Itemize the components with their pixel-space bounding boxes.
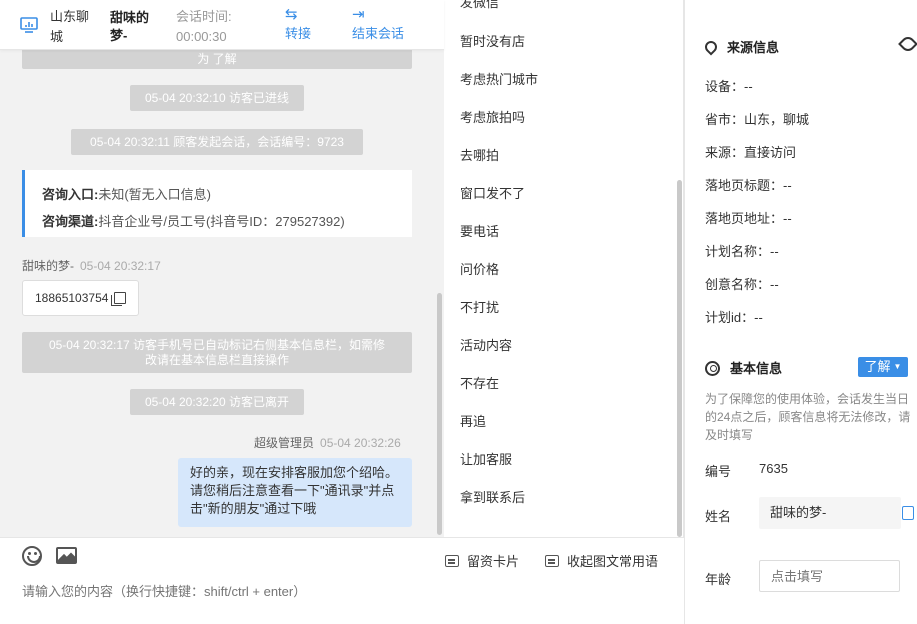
caret-down-icon: ▼ [893,362,902,371]
card-icon [445,555,459,567]
entry-value: 未知(暂无入口信息) [98,187,212,202]
message-line: 请您稍后注意查看一下"通讯录"并点 [190,483,395,498]
agent-sender-name: 超级管理员 [254,436,315,450]
phrase-item[interactable]: 发微信 [460,0,499,11]
phrase-item[interactable]: 再追 [460,411,486,430]
transfer-label: 转接 [285,26,312,41]
eye-icon[interactable] [898,34,917,54]
visitor-name: 甜味的梦- [110,10,150,43]
system-message-line: 05-04 20:32:17 访客手机号已自动标记右侧基本信息栏，如需修 [48,338,386,352]
phrase-scrollbar[interactable] [677,180,682,537]
name-field[interactable]: 甜味的梦- [759,497,901,529]
message-input[interactable] [22,584,622,599]
name-label: 姓名 [705,509,732,524]
visitor-message-time: 05-04 20:32:17 [80,259,161,273]
transfer-icon: ⇆ [285,6,298,23]
message-list[interactable]: 为 了解 05-04 20:32:10 访客已进线 05-04 20:32:11… [0,0,444,537]
chat-pane: 为 了解 05-04 20:32:10 访客已进线 05-04 20:32:11… [0,0,444,624]
end-session-button[interactable]: ⇥ 结束会话 [352,6,404,44]
agent-sender-line: 超级管理员 05-04 20:32:26 [254,434,401,451]
system-message: 05-04 20:32:10 访客已进线 [130,85,304,111]
entry-row: 咨询入口:未知(暂无入口信息) [42,181,412,208]
session-time-value: 00:00:30 [176,29,227,44]
number-label: 编号 [705,464,732,479]
consult-info-card: 咨询入口:未知(暂无入口信息) 咨询渠道:抖音企业号/员工号(抖音号ID：279… [22,170,412,237]
agent-message-bubble: 好的亲，现在安排客服加您个绍哈。 请您稍后注意查看一下"通讯录"并点 击"新的朋… [178,458,412,527]
user-icon [705,361,720,376]
chat-workspace: 为 了解 05-04 20:32:10 访客已进线 05-04 20:32:11… [0,0,917,624]
origin-field: 来源：直接访问 [705,145,797,160]
phrase-item[interactable]: 考虑旅拍吗 [460,107,525,126]
phrase-item[interactable]: 活动内容 [460,335,512,354]
quick-phrase-list: 发微信 暂时没有店 考虑热门城市 考虑旅拍吗 去哪拍 窗口发不了 要电话 问价格… [444,0,684,537]
end-session-label: 结束会话 [352,26,405,41]
image-icon[interactable] [56,547,77,564]
message-icon [545,555,559,567]
plan-id-field: 计划id：-- [705,310,763,325]
customer-info-panel: 来源信息 设备：-- 省市：山东，聊城 来源：直接访问 落地页标题：-- 落地页… [684,0,917,624]
collapse-phrases-button[interactable]: 收起图文常用语 [545,551,658,570]
source-title-text: 来源信息 [727,40,780,55]
phrase-item[interactable]: 考虑热门城市 [460,69,538,88]
number-value: 7635 [759,461,788,476]
channel-value: 抖音企业号/员工号(抖音号ID：279527392) [98,214,345,229]
phrase-item[interactable]: 不打扰 [460,297,499,316]
lead-card-button[interactable]: 留资卡片 [445,551,519,570]
system-message: 05-04 20:32:20 访客已离开 [130,389,304,415]
phone-message: 18865103754 [22,280,139,316]
phrase-item[interactable]: 拿到联系后 [460,487,525,506]
age-label: 年龄 [705,572,732,587]
phrase-item[interactable]: 问价格 [460,259,499,278]
transfer-button[interactable]: ⇆ 转接 [285,6,311,44]
edit-notice: 为了保障您的使用体验，会话发生当日的24点之后，顾客信息将无法修改，请及时填写 [705,392,911,442]
basic-title-text: 基本信息 [730,361,783,376]
creative-name-field: 创意名称：-- [705,277,779,292]
visitor-sender-line: 甜味的梦- 05-04 20:32:17 [22,257,161,274]
device-field: 设备：-- [705,79,753,94]
phrase-item[interactable]: 不存在 [460,373,499,392]
landing-url-field: 落地页地址：-- [705,211,792,226]
chat-header: 山东聊城 甜味的梦- 会话时间: 00:00:30 ⇆ 转接 ⇥ 结束会话 [0,0,444,50]
collapse-phrases-label: 收起图文常用语 [567,554,659,569]
message-line: 击"新的朋友"通过下哦 [190,501,317,516]
monitor-icon [20,17,38,33]
message-composer: 留资卡片 收起图文常用语 [0,537,684,624]
visitor-sender-name: 甜味的梦- [22,259,74,273]
system-message: 05-04 20:32:17 访客手机号已自动标记右侧基本信息栏，如需修 改请在… [22,332,412,373]
learn-more-button[interactable]: 了解 ▼ [858,357,908,377]
phrase-item[interactable]: 暂时没有店 [460,31,525,50]
phrase-item[interactable]: 窗口发不了 [460,183,525,202]
channel-label: 咨询渠道: [42,214,99,229]
phrase-item[interactable]: 让加客服 [460,449,512,468]
copy-icon[interactable] [111,292,126,306]
phrase-item[interactable]: 去哪拍 [460,145,499,164]
age-input[interactable] [759,560,900,592]
emoji-icon[interactable] [22,546,42,566]
landing-title-field: 落地页标题：-- [705,178,792,193]
lead-card-label: 留资卡片 [467,554,520,569]
learn-more-label: 了解 [864,359,891,374]
system-message-line: 改请在基本信息栏直接操作 [144,353,289,367]
session-time-label: 会话时间: [176,9,232,24]
province-field: 省市：山东，聊城 [705,112,810,127]
visitor-city: 山东聊城 [50,9,90,44]
plan-name-field: 计划名称：-- [705,244,779,259]
copy-icon[interactable] [902,506,914,520]
phrase-item[interactable]: 要电话 [460,221,499,240]
location-icon [702,38,720,56]
system-message: 05-04 20:32:11 顾客发起会话，会话编号：9723 [71,129,363,155]
exit-icon: ⇥ [352,6,365,23]
message-line: 好的亲，现在安排客服加您个绍哈。 [190,465,399,480]
channel-row: 咨询渠道:抖音企业号/员工号(抖音号ID：279527392) [42,208,412,235]
agent-message-time: 05-04 20:32:26 [320,436,401,450]
basic-section-title: 基本信息 [705,358,782,377]
source-section-title: 来源信息 [702,37,780,56]
entry-label: 咨询入口: [42,187,99,202]
chat-scrollbar[interactable] [437,293,442,535]
phone-number: 18865103754 [35,291,109,305]
